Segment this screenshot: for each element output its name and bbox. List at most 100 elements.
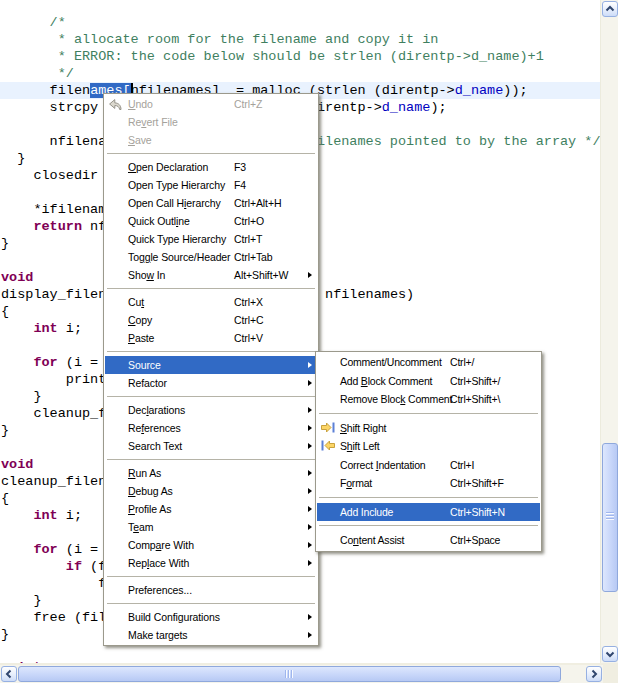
menu-item-label: Revert File [128, 116, 178, 128]
menu-shortcut: Ctrl+/ [450, 353, 474, 372]
menu-item-comment-uncomment[interactable]: Comment/Uncomment Ctrl+/ [317, 353, 540, 372]
menu-item-open-call-hierarchy[interactable]: Open Call HierarchyCtrl+Alt+H [105, 194, 317, 212]
menu-item-content-assist[interactable]: Content AssistCtrl+Space [317, 531, 540, 550]
context-menu: Undo Ctrl+Z Revert File Save Open Declaratio… [103, 93, 319, 646]
menu-item-quick-type-hierarchy[interactable]: Quick Type HierarchyCtrl+T [105, 230, 317, 248]
horizontal-scroll-thumb[interactable] [18, 666, 561, 682]
menu-shortcut: Ctrl+O [234, 212, 264, 230]
menu-item-revert-file[interactable]: Revert File [105, 113, 317, 131]
menu-item-label: Run As [128, 467, 161, 479]
menu-item-label: Correct Indentation [340, 459, 426, 471]
code-line: * ERROR: the code below should be strlen… [1, 48, 601, 65]
menu-item-label: Quick Type Hierarchy [128, 233, 226, 245]
chevron-right-icon [588, 668, 600, 680]
menu-shortcut: Ctrl+Shift+F [450, 474, 504, 493]
menu-item-label: Make targets [128, 629, 188, 641]
submenu-arrow-icon [308, 380, 312, 386]
shift-right-icon [320, 421, 337, 435]
menu-item-copy[interactable]: CopyCtrl+C [105, 311, 317, 329]
scroll-right-button[interactable] [586, 666, 602, 682]
menu-separator [105, 599, 317, 608]
menu-item-show-in[interactable]: Show In Alt+Shift+W [105, 266, 317, 284]
submenu-arrow-icon [308, 470, 312, 476]
menu-item-debug-as[interactable]: Debug As [105, 482, 317, 500]
menu-shortcut: Ctrl+V [234, 329, 263, 347]
menu-item-profile-as[interactable]: Profile As [105, 500, 317, 518]
menu-item-label: Profile As [128, 503, 171, 515]
menu-separator [317, 409, 540, 419]
menu-item-team[interactable]: Team [105, 518, 317, 536]
menu-item-label: Search Text [128, 440, 182, 452]
menu-item-open-type-hierarchy[interactable]: Open Type Hierarchy F4 [105, 176, 317, 194]
menu-item-label: Open Type Hierarchy [128, 179, 225, 191]
menu-item-search-text[interactable]: Search Text [105, 437, 317, 455]
menu-item-refactor[interactable]: Refactor [105, 374, 317, 392]
menu-item-remove-block-comment[interactable]: Remove Block CommentCtrl+Shift+\ [317, 390, 540, 409]
menu-item-source[interactable]: Source [105, 356, 317, 374]
submenu-arrow-icon [308, 524, 312, 530]
menu-item-declarations[interactable]: Declarations [105, 401, 317, 419]
menu-item-run-as[interactable]: Run As [105, 464, 317, 482]
menu-item-label: Preferences... [128, 584, 192, 596]
menu-separator [105, 392, 317, 401]
menu-item-build-configurations[interactable]: Build Configurations [105, 608, 317, 626]
menu-shortcut: Ctrl+Tab [234, 248, 273, 266]
menu-item-correct-indentation[interactable]: Correct IndentationCtrl+I [317, 456, 540, 475]
menu-item-label: Show In [128, 269, 165, 281]
menu-shortcut: Ctrl+Shift+N [450, 503, 505, 522]
code-line: /* [1, 14, 601, 31]
menu-item-label: Toggle Source/Header [128, 251, 231, 263]
submenu-arrow-icon [308, 407, 312, 413]
menu-item-label: Comment/Uncomment [340, 356, 442, 368]
menu-item-cut[interactable]: CutCtrl+X [105, 293, 317, 311]
menu-item-label: Shift Left [340, 440, 379, 452]
menu-item-shift-left[interactable]: Shift Left [317, 437, 540, 456]
menu-item-format[interactable]: FormatCtrl+Shift+F [317, 474, 540, 493]
shift-left-icon [320, 439, 337, 453]
menu-item-make-targets[interactable]: Make targets [105, 626, 317, 644]
menu-item-replace-with[interactable]: Replace With [105, 554, 317, 572]
submenu-arrow-icon [308, 560, 312, 566]
menu-separator [105, 455, 317, 464]
menu-separator [317, 493, 540, 503]
menu-item-label: Content Assist [340, 534, 404, 546]
menu-item-label: Add Block Comment [340, 375, 432, 387]
menu-item-save[interactable]: Save [105, 131, 317, 149]
chevron-up-icon [604, 3, 616, 15]
menu-shortcut: Ctrl+Shift+/ [450, 372, 500, 391]
vertical-scroll-thumb[interactable] [602, 443, 618, 592]
menu-item-label: Open Declaration [128, 161, 208, 173]
menu-item-add-include[interactable]: Add Include Ctrl+Shift+N [317, 503, 540, 522]
scroll-down-button[interactable] [602, 646, 618, 662]
menu-item-shift-right[interactable]: Shift Right [317, 419, 540, 438]
menu-shortcut: Ctrl+Z [234, 95, 262, 113]
menu-item-add-block-comment[interactable]: Add Block Comment Ctrl+Shift+/ [317, 372, 540, 391]
scroll-left-button[interactable] [1, 666, 17, 682]
menu-item-open-declaration[interactable]: Open Declaration F3 [105, 158, 317, 176]
menu-shortcut: F3 [234, 158, 246, 176]
menu-item-references[interactable]: References [105, 419, 317, 437]
menu-item-compare-with[interactable]: Compare With [105, 536, 317, 554]
chevron-left-icon [3, 668, 15, 680]
menu-item-preferences[interactable]: Preferences... [105, 581, 317, 599]
code-line: int [1, 659, 601, 663]
menu-item-quick-outline[interactable]: Quick OutlineCtrl+O [105, 212, 317, 230]
menu-item-toggle-source-header[interactable]: Toggle Source/HeaderCtrl+Tab [105, 248, 317, 266]
menu-item-label: Build Configurations [128, 611, 220, 623]
menu-shortcut: Alt+Shift+W [234, 266, 288, 284]
menu-shortcut: Ctrl+Shift+\ [450, 390, 500, 409]
menu-item-label: Add Include [340, 506, 393, 518]
thumb-grip [285, 670, 294, 678]
scroll-up-button[interactable] [602, 1, 618, 17]
menu-item-label: Open Call Hierarchy [128, 197, 221, 209]
submenu-arrow-icon [308, 425, 312, 431]
menu-shortcut: F4 [234, 176, 246, 194]
horizontal-scrollbar[interactable] [0, 665, 603, 683]
menu-item-paste[interactable]: PasteCtrl+V [105, 329, 317, 347]
code-line: * allocate room for the filename and cop… [1, 31, 601, 48]
menu-item-label: Undo [128, 98, 153, 110]
menu-item-undo[interactable]: Undo Ctrl+Z [105, 95, 317, 113]
menu-separator [105, 284, 317, 293]
vertical-scrollbar[interactable] [600, 0, 618, 663]
menu-item-label: Declarations [128, 404, 185, 416]
